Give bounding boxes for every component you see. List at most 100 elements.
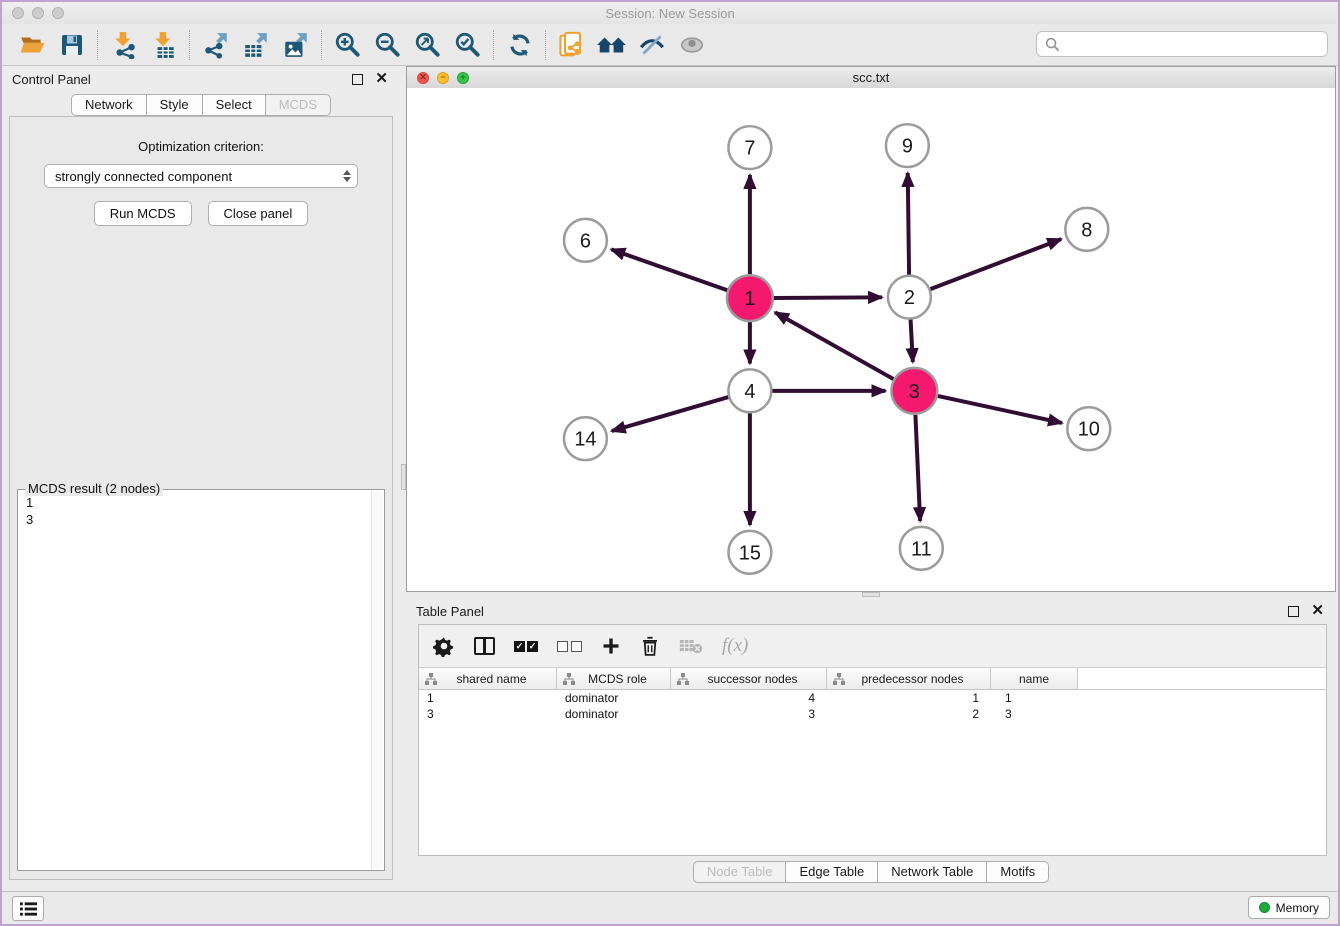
graph-node-14[interactable]: 14	[564, 417, 607, 460]
column-header-successor-nodes[interactable]: successor nodes	[671, 668, 827, 689]
table-cell[interactable]: dominator	[557, 691, 671, 705]
deselect-all-rows-button[interactable]	[557, 641, 582, 652]
search-box[interactable]	[1036, 31, 1328, 57]
float-panel-icon[interactable]	[1288, 606, 1299, 617]
edge-4-14[interactable]	[612, 397, 729, 431]
table-options-button[interactable]	[433, 635, 455, 657]
criterion-select[interactable]: strongly connected component	[44, 164, 358, 188]
tab-node-table[interactable]: Node Table	[693, 861, 787, 883]
tab-motifs[interactable]: Motifs	[987, 861, 1049, 883]
hide-selected-button[interactable]	[632, 27, 672, 63]
add-column-button[interactable]	[601, 636, 621, 656]
close-panel-icon[interactable]: ✕	[375, 73, 388, 85]
select-all-rows-button[interactable]: ✓✓	[514, 641, 538, 652]
table-cell[interactable]: 4	[671, 691, 827, 705]
table-panel-header: Table Panel ✕	[406, 598, 1336, 624]
table-cell[interactable]: 1	[419, 691, 557, 705]
task-history-button[interactable]	[12, 896, 44, 921]
network-window-title: scc.txt	[407, 70, 1335, 85]
delete-column-button[interactable]	[640, 636, 660, 657]
import-network-button[interactable]	[104, 27, 144, 63]
memory-button[interactable]: Memory	[1248, 896, 1330, 919]
table-cell[interactable]: 3	[671, 707, 827, 721]
run-mcds-button[interactable]: Run MCDS	[94, 201, 192, 226]
zoom-out-button[interactable]	[368, 27, 408, 63]
table-cell[interactable]: 3	[991, 707, 1078, 721]
apply-layout-button[interactable]	[500, 27, 540, 63]
column-header-predecessor-nodes[interactable]: predecessor nodes	[827, 668, 991, 689]
export-table-button[interactable]	[236, 27, 276, 63]
graph-node-10[interactable]: 10	[1067, 407, 1110, 450]
tab-network-table[interactable]: Network Table	[878, 861, 987, 883]
header-filler	[1078, 668, 1326, 689]
table-cell[interactable]: 2	[827, 707, 991, 721]
import-table-button[interactable]	[144, 27, 184, 63]
table-row[interactable]: 3dominator323	[419, 706, 1326, 722]
tab-network[interactable]: Network	[71, 94, 147, 116]
column-header-name[interactable]: name	[991, 668, 1078, 689]
close-panel-button[interactable]: Close panel	[208, 201, 309, 226]
horizontal-splitter-handle[interactable]	[862, 592, 880, 597]
edge-2-3[interactable]	[911, 320, 913, 362]
tab-edge-table[interactable]: Edge Table	[786, 861, 878, 883]
tab-style[interactable]: Style	[147, 94, 203, 116]
table-cell[interactable]: dominator	[557, 707, 671, 721]
first-neighbors-button[interactable]	[592, 27, 632, 63]
memory-status-dot-icon	[1259, 902, 1270, 913]
select-stepper-icon	[343, 170, 351, 182]
export-table-icon	[242, 31, 270, 59]
show-column-panel-button[interactable]	[474, 637, 495, 655]
edge-2-9[interactable]	[908, 173, 909, 275]
export-image-button[interactable]	[276, 27, 316, 63]
edge-2-8[interactable]	[930, 239, 1061, 289]
status-bar: Memory	[2, 891, 1338, 924]
column-header-mcds-role[interactable]: MCDS role	[557, 668, 671, 689]
edge-3-1[interactable]	[775, 312, 893, 379]
tab-mcds[interactable]: MCDS	[266, 94, 331, 116]
edge-1-2[interactable]	[774, 297, 882, 298]
graph-node-1[interactable]: 1	[727, 275, 773, 321]
network-from-selection-button[interactable]	[552, 27, 592, 63]
edge-3-11[interactable]	[915, 415, 920, 521]
result-scrollbar[interactable]	[371, 491, 383, 869]
export-network-button[interactable]	[196, 27, 236, 63]
graph-node-3[interactable]: 3	[891, 368, 937, 414]
right-area: ✕ − + scc.txt 7968124314101511 Table Pan…	[406, 66, 1336, 892]
save-session-button[interactable]	[52, 27, 92, 63]
network-canvas[interactable]: 7 9 6 8 1 2 4 3 14 10 15 11	[407, 88, 1335, 591]
delete-table-icon	[679, 637, 703, 655]
svg-text:11: 11	[911, 538, 932, 560]
zoom-in-button[interactable]	[328, 27, 368, 63]
eye-icon	[678, 31, 706, 59]
edge-1-6[interactable]	[611, 249, 727, 290]
svg-text:8: 8	[1081, 219, 1092, 241]
graph-node-8[interactable]: 8	[1065, 208, 1108, 251]
graph-node-2[interactable]: 2	[888, 276, 931, 319]
tab-select[interactable]: Select	[203, 94, 266, 116]
table-cell[interactable]: 1	[991, 691, 1078, 705]
delete-table-button[interactable]	[679, 637, 703, 655]
function-builder-button[interactable]: f(x)	[722, 635, 748, 657]
zoom-selected-button[interactable]	[448, 27, 488, 63]
main-area: Control Panel ✕ Network Style Select MCD…	[2, 66, 1338, 892]
edge-3-10[interactable]	[938, 396, 1062, 423]
graph-node-9[interactable]: 9	[886, 124, 929, 167]
column-header-shared-name[interactable]: shared name	[419, 668, 557, 689]
float-panel-icon[interactable]	[352, 74, 363, 85]
table-cell[interactable]: 3	[419, 707, 557, 721]
search-input[interactable]	[1065, 33, 1327, 55]
graph-node-6[interactable]: 6	[564, 219, 607, 262]
show-all-button[interactable]	[672, 27, 712, 63]
close-panel-icon[interactable]: ✕	[1311, 605, 1324, 617]
table-row[interactable]: 1dominator411	[419, 690, 1326, 706]
open-session-button[interactable]	[12, 27, 52, 63]
table-cell[interactable]: 1	[827, 691, 991, 705]
window-titlebar: Session: New Session	[2, 2, 1338, 24]
zoom-fit-button[interactable]	[408, 27, 448, 63]
graph-node-11[interactable]: 11	[900, 527, 943, 570]
svg-text:2: 2	[904, 287, 915, 309]
graph-node-15[interactable]: 15	[728, 531, 771, 574]
svg-text:7: 7	[744, 138, 755, 160]
graph-node-7[interactable]: 7	[728, 126, 771, 169]
graph-node-4[interactable]: 4	[728, 369, 771, 412]
